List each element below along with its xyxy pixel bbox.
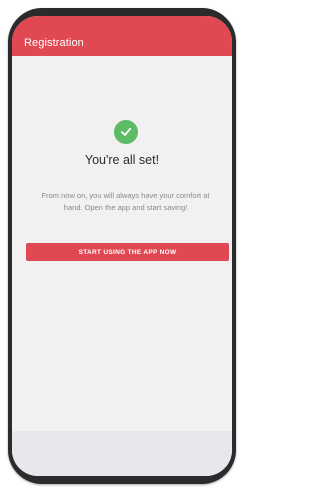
confirmation-message: From now on, you will always have your c… bbox=[41, 191, 210, 212]
app-header: Registration bbox=[12, 16, 232, 56]
start-using-app-button[interactable]: START USING THE APP NOW bbox=[26, 243, 229, 261]
confirmation-headline: You're all set! bbox=[84, 153, 160, 167]
bottom-area bbox=[12, 431, 232, 476]
check-circle-icon bbox=[114, 120, 138, 144]
page-title: Registration bbox=[24, 37, 84, 49]
app-screen: Registration You're all set! From now on… bbox=[12, 16, 232, 476]
